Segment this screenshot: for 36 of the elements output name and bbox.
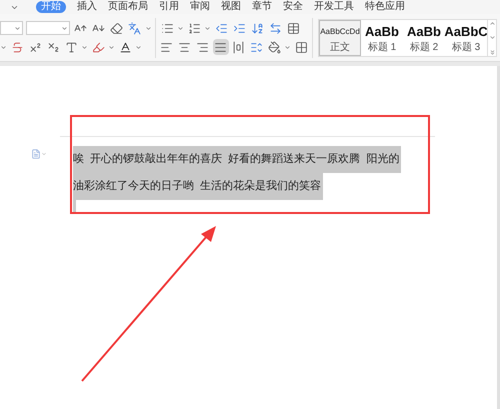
- ribbon-tab[interactable]: 安全: [283, 2, 303, 12]
- style-option[interactable]: AaBb 标题 1: [361, 20, 403, 56]
- caret-icon[interactable]: [108, 44, 115, 50]
- font-size-field[interactable]: [26, 21, 70, 35]
- ribbon-tab[interactable]: 章节: [252, 2, 272, 12]
- caret-icon[interactable]: [81, 44, 88, 50]
- ribbon-tab[interactable]: 插入: [77, 2, 97, 12]
- caret-icon[interactable]: [177, 24, 184, 32]
- ribbon-tab[interactable]: 特色应用: [365, 2, 405, 12]
- style-option[interactable]: AaBb 标题 2: [403, 20, 445, 56]
- caret-icon: [14, 24, 21, 32]
- font-name-field[interactable]: [0, 21, 23, 35]
- ribbon-tab[interactable]: 审阅: [190, 2, 210, 12]
- text-cursor: [73, 200, 76, 213]
- align-button[interactable]: [230, 39, 246, 55]
- style-option[interactable]: AaBbCcDd 正文: [319, 20, 361, 56]
- table-icon[interactable]: [285, 20, 301, 36]
- border-icon[interactable]: [293, 39, 309, 55]
- ribbon-tab[interactable]: 页面布局: [108, 2, 148, 12]
- expand-gallery-icon[interactable]: [488, 48, 496, 56]
- ribbon-tab[interactable]: 开发工具: [314, 2, 354, 12]
- scroll-up-icon[interactable]: [488, 20, 496, 26]
- paint-bucket-icon[interactable]: [266, 39, 282, 55]
- style-option[interactable]: AaBbC 标题 3: [445, 20, 487, 56]
- caret-icon[interactable]: [204, 24, 211, 32]
- caret-icon: [61, 24, 68, 32]
- caret-icon[interactable]: [145, 24, 152, 32]
- ribbon-tab[interactable]: 视图: [221, 2, 241, 12]
- caret-icon[interactable]: [0, 44, 7, 50]
- caret-icon[interactable]: [135, 44, 142, 50]
- phonetic-guide-icon[interactable]: [127, 20, 142, 36]
- ribbon-tab[interactable]: 引用: [159, 2, 179, 12]
- eraser-icon[interactable]: [109, 20, 124, 36]
- caret-icon[interactable]: [284, 44, 292, 50]
- scroll-down-icon[interactable]: [488, 34, 496, 41]
- align-button[interactable]: [212, 39, 228, 55]
